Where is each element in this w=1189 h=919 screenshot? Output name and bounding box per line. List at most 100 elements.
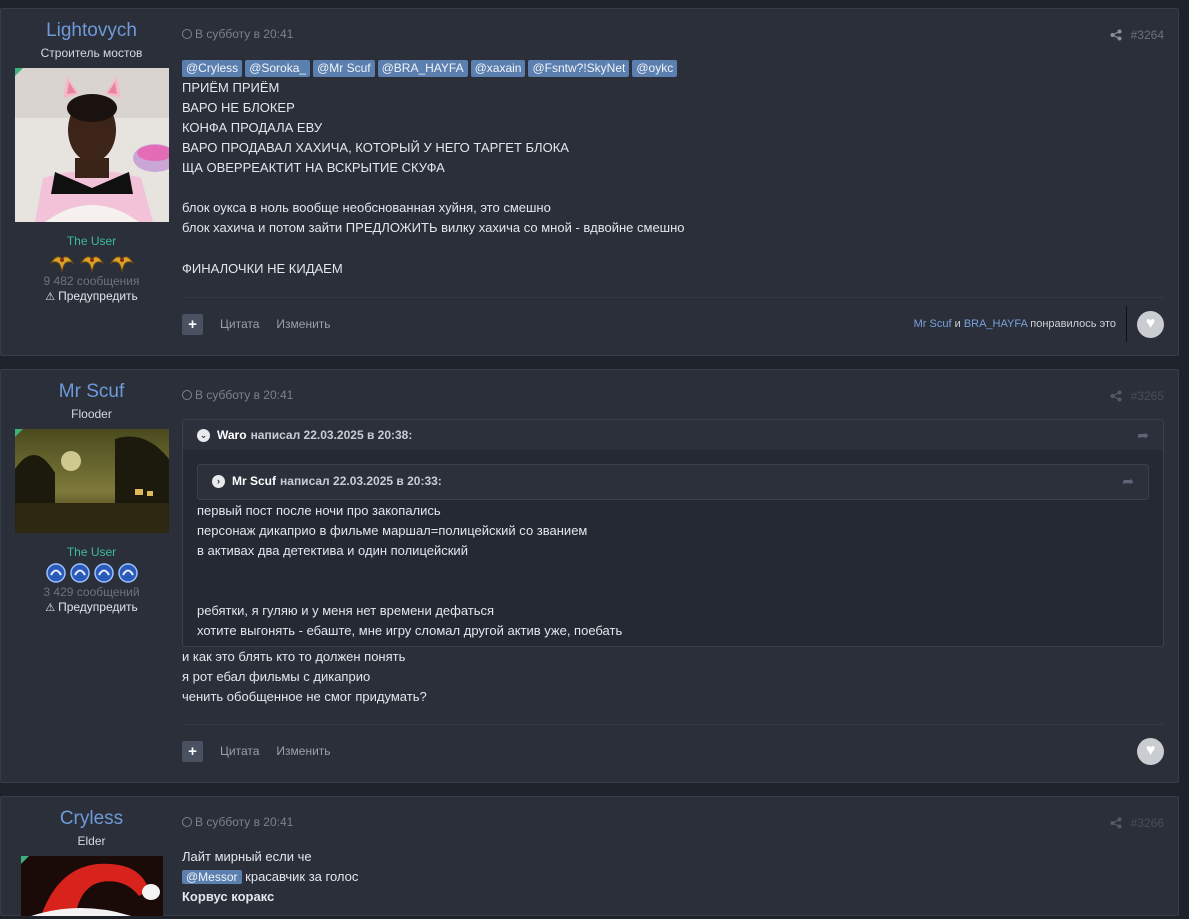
share-icon[interactable]	[1110, 390, 1122, 405]
post-3266: Cryless Elder В субботу в 20:41 #3266 Ла…	[0, 796, 1179, 916]
text-line: ФИНАЛОЧКИ НЕ КИДАЕМ	[182, 261, 343, 276]
post-count: 3 429 сообщений	[43, 585, 140, 599]
liker-link[interactable]: Mr Scuf	[914, 318, 952, 330]
mention-tag[interactable]: @Mr Scuf	[313, 60, 375, 77]
post-content: ⌄ Waro написал 22.03.2025 в 20:38: ➦ › M…	[182, 419, 1164, 707]
dragon-badge-icon	[49, 251, 75, 273]
like-button[interactable]: ♥	[1137, 737, 1164, 765]
badges	[1, 251, 182, 273]
text-line: ЩА ОВЕРРЕАКТИТ НА ВСКРЫТИЕ СКУФА	[182, 160, 445, 175]
post-number[interactable]: #3264	[1131, 28, 1164, 42]
footer-divider	[182, 297, 1164, 298]
text-line: я рот ебал фильмы с дикаприо	[182, 669, 371, 684]
text-line: блок оукса в ноль вообще необснованная х…	[182, 200, 551, 215]
mention-tag[interactable]: @Soroka_	[245, 60, 311, 77]
quote-body: первый пост после ночи про закопались пе…	[183, 500, 1163, 641]
text-line	[182, 178, 1164, 198]
share-icon[interactable]	[1110, 29, 1122, 44]
text-line: персонаж дикаприо в фильме маршал=полице…	[197, 523, 588, 538]
quote-author[interactable]: Mr Scuf	[232, 471, 276, 491]
post-number[interactable]: #3265	[1131, 389, 1164, 403]
quote-button[interactable]: Цитата	[220, 317, 259, 331]
author-name[interactable]: Cryless	[1, 807, 182, 831]
text-line: ребятки, я гуляю и у меня нет времени де…	[197, 603, 495, 618]
text-line: КОНФА ПРОДАЛА ЕВУ	[182, 120, 323, 135]
author-panel: Mr Scuf Flooder The User 3 429 сообщений…	[1, 370, 182, 614]
mention-tag[interactable]: @Fsntw?!SkyNet	[528, 60, 630, 77]
clock-icon	[182, 817, 192, 827]
avatar[interactable]	[14, 429, 169, 533]
warn-label: Предупредить	[58, 600, 138, 614]
text-line: и как это блять кто то должен понять	[182, 649, 406, 664]
post-number[interactable]: #3266	[1131, 816, 1164, 830]
quote-header[interactable]: › Mr Scuf написал 22.03.2025 в 20:33: ➦	[198, 465, 1148, 497]
avatar-image	[14, 429, 169, 533]
warn-label: Предупредить	[58, 289, 138, 303]
dragon-badge-icon	[109, 251, 135, 273]
text-line: в активах два детектива и один полицейск…	[197, 543, 468, 558]
multiquote-button[interactable]: +	[182, 740, 203, 762]
post-time[interactable]: В субботу в 20:41	[182, 388, 293, 402]
quote-date: написал 22.03.2025 в 20:33:	[280, 474, 442, 488]
user-group: The User	[66, 234, 117, 248]
post-time-text: В субботу в 20:41	[195, 815, 294, 829]
author-title: Elder	[77, 834, 106, 848]
reply-text: и как это блять кто то должен понять я р…	[182, 647, 1164, 707]
quote-block: ⌄ Waro написал 22.03.2025 в 20:38: ➦ › M…	[182, 419, 1164, 647]
text-line: Корвус коракс	[182, 889, 275, 904]
text-line: ПРИЁМ ПРИЁМ	[182, 80, 280, 95]
like-button[interactable]: ♥	[1137, 310, 1164, 338]
clock-icon	[182, 29, 192, 39]
text-fragment: красавчик за голос	[245, 869, 359, 884]
liker-link[interactable]: BRA_HAYFA	[964, 318, 1027, 330]
multiquote-button[interactable]: +	[182, 313, 203, 335]
online-indicator	[14, 429, 23, 437]
author-name[interactable]: Lightovych	[1, 19, 182, 43]
mention-tag[interactable]: @oykc	[632, 60, 678, 77]
edit-button[interactable]: Изменить	[276, 317, 330, 331]
user-group: The User	[66, 545, 117, 559]
likes-and: и	[954, 318, 961, 330]
mention-tag[interactable]: @Messor	[182, 870, 242, 884]
warning-icon: ⚠	[45, 602, 56, 614]
text-line: ВАРО ПРОДАВАЛ ХАХИЧА, КОТОРЫЙ У НЕГО ТАР…	[182, 140, 569, 155]
orb-badge-icon	[93, 562, 115, 584]
orb-badge-icon	[117, 562, 139, 584]
quote-header[interactable]: ⌄ Waro написал 22.03.2025 в 20:38: ➦	[183, 420, 1163, 450]
post-3264: Lightovych Строитель мостов The User 9 4…	[0, 8, 1179, 356]
reply-arrow-icon[interactable]: ➦	[1122, 471, 1134, 491]
text-line	[197, 581, 1149, 601]
likes-summary: Mr Scuf и BRA_HAYFA понравилось это	[914, 318, 1116, 330]
mention-tag[interactable]: @Cryless	[182, 60, 243, 77]
quote-author[interactable]: Waro	[217, 425, 247, 445]
mention-tag[interactable]: @xaxain	[470, 60, 526, 77]
heart-icon: ♥	[1145, 315, 1156, 332]
footer-separator	[1126, 306, 1127, 342]
avatar[interactable]	[14, 68, 177, 222]
post-time[interactable]: В субботу в 20:41	[182, 815, 293, 829]
avatar-image	[14, 68, 177, 222]
chevron-right-icon[interactable]: ›	[212, 474, 225, 488]
dragon-badge-icon	[79, 251, 105, 273]
text-line	[182, 238, 1164, 259]
reply-arrow-icon[interactable]: ➦	[1137, 425, 1149, 445]
quote-button[interactable]: Цитата	[220, 744, 259, 758]
post-time[interactable]: В субботу в 20:41	[182, 27, 293, 41]
share-icon[interactable]	[1110, 817, 1122, 832]
warning-icon: ⚠	[45, 291, 56, 303]
author-panel: Cryless Elder	[1, 797, 182, 916]
warn-link[interactable]: ⚠ Предупредить	[1, 289, 182, 303]
author-name[interactable]: Mr Scuf	[1, 380, 182, 404]
warn-link[interactable]: ⚠ Предупредить	[1, 600, 182, 614]
orb-badge-icon	[69, 562, 91, 584]
avatar[interactable]	[20, 856, 163, 916]
mention-tag[interactable]: @BRA_HAYFA	[377, 60, 468, 77]
text-line: хотите выгонять - ебаште, мне игру слома…	[197, 623, 623, 638]
likes-suffix: понравилось это	[1030, 318, 1116, 330]
post-footer: + Цитата Изменить Mr Scuf и BRA_HAYFA по…	[182, 306, 1164, 342]
chevron-down-icon[interactable]: ⌄	[197, 428, 210, 442]
footer-divider	[182, 724, 1164, 725]
heart-icon: ♥	[1145, 742, 1156, 759]
edit-button[interactable]: Изменить	[276, 744, 330, 758]
nested-quote: › Mr Scuf написал 22.03.2025 в 20:33: ➦	[197, 464, 1149, 500]
